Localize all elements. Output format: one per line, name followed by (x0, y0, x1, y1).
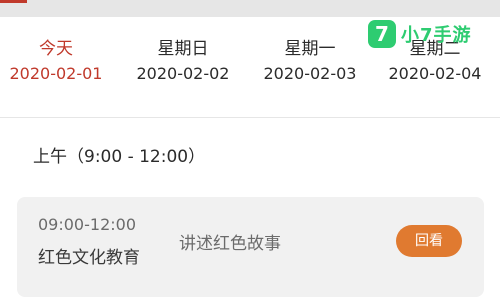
program-time: 09:00-12:00 (38, 215, 136, 234)
watermark-logo: 7 小7手游 (368, 19, 472, 49)
date-tab-date: 2020-02-02 (136, 64, 230, 83)
date-tab-sunday[interactable]: 星期日 2020-02-02 (120, 37, 246, 87)
section-title: 上午（9:00 - 12:00） (33, 147, 206, 167)
date-tab-monday[interactable]: 星期一 2020-02-03 (247, 37, 373, 87)
date-tab-date: 2020-02-04 (388, 64, 482, 83)
date-tab-day-name: 今天 (39, 39, 73, 59)
app-logo-icon: 7 (368, 20, 396, 48)
replay-button[interactable]: 回看 (396, 225, 462, 257)
date-tab-day-name: 星期一 (284, 39, 336, 59)
date-tab-date: 2020-02-01 (9, 64, 103, 83)
date-tab-today[interactable]: 今天 2020-02-01 (0, 37, 119, 87)
program-card[interactable]: 09:00-12:00 红色文化教育 讲述红色故事 回看 (17, 197, 484, 297)
date-tab-day-name: 星期日 (157, 39, 209, 59)
date-tab-date: 2020-02-03 (263, 64, 357, 83)
top-bar-accent (0, 0, 27, 3)
program-description: 讲述红色故事 (179, 234, 281, 254)
section-divider (0, 117, 500, 118)
program-title: 红色文化教育 (38, 248, 140, 268)
watermark-text: 小7手游 (401, 25, 472, 46)
top-bar (0, 0, 500, 17)
